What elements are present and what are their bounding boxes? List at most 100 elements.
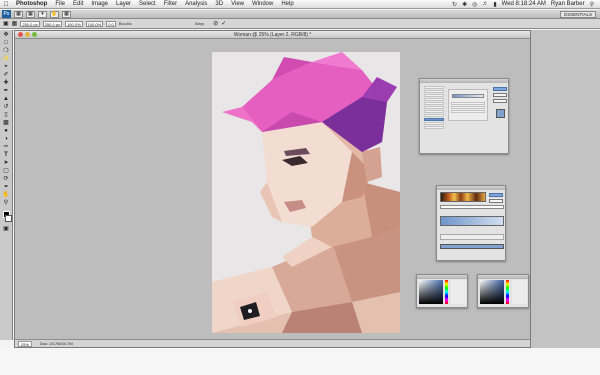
lasso-tool-icon[interactable]: ❍ xyxy=(1,48,12,55)
color-field-1[interactable] xyxy=(419,280,443,304)
menu-filter[interactable]: Filter xyxy=(160,1,181,7)
brush-tool-icon[interactable]: ✒ xyxy=(1,88,12,95)
style-option-stroke[interactable] xyxy=(424,126,444,129)
history-brush-tool-icon[interactable]: ↺ xyxy=(1,104,12,111)
volume-icon[interactable]: ♬ xyxy=(482,1,488,7)
height-field[interactable]: 100.0% xyxy=(85,20,104,27)
angle-field[interactable] xyxy=(451,110,485,113)
color-picker-dialog-1[interactable] xyxy=(416,274,468,308)
document-title-bar[interactable]: Woman @ 25% (Layer 2, RGB/8) * xyxy=(15,31,530,39)
blur-tool-icon[interactable]: ● xyxy=(1,128,12,135)
image-canvas[interactable] xyxy=(212,52,400,333)
color-picker-1-title-bar[interactable] xyxy=(417,275,467,279)
menu-view[interactable]: View xyxy=(227,1,248,7)
gradient-editor-dialog[interactable] xyxy=(436,185,506,261)
menu-window[interactable]: Window xyxy=(248,1,277,7)
warp-mode-toggle[interactable]: Warp xyxy=(195,21,204,26)
zoom-level-field[interactable]: 25% xyxy=(18,340,33,347)
pen-tool-icon[interactable]: ✑ xyxy=(1,144,12,151)
layer-style-dialog[interactable] xyxy=(419,78,509,154)
color-field-2[interactable] xyxy=(480,280,504,304)
wifi-icon[interactable]: ◎ xyxy=(472,1,477,8)
menu-image[interactable]: Image xyxy=(87,1,112,7)
gradient-editor-title-bar[interactable] xyxy=(437,186,505,190)
style-option-satin[interactable] xyxy=(424,110,444,113)
zoom-level-button[interactable]: ▾ xyxy=(38,10,47,18)
menu-3d[interactable]: 3D xyxy=(211,1,227,7)
style-option-drop-shadow[interactable] xyxy=(424,90,444,93)
menu-photoshop[interactable]: Photoshop xyxy=(12,1,51,7)
style-option-blending[interactable] xyxy=(424,86,444,89)
rotation-field[interactable]: 0.0 xyxy=(106,20,116,27)
menu-file[interactable]: File xyxy=(51,1,69,7)
clone-stamp-tool-icon[interactable]: ▲ xyxy=(1,96,12,103)
menu-help[interactable]: Help xyxy=(277,1,297,7)
view-extras-button[interactable]: ▦ xyxy=(26,10,35,18)
arrange-documents-button[interactable]: ▦ xyxy=(62,10,71,18)
gradient-editor-cancel-button[interactable] xyxy=(489,199,503,203)
hand-tool-button[interactable]: ✋ xyxy=(50,10,59,18)
apple-menu-icon[interactable]:  xyxy=(0,1,12,8)
shape-tool-icon[interactable]: ▢ xyxy=(1,168,12,175)
3d-rotate-tool-icon[interactable]: ⟳ xyxy=(1,176,12,183)
spotlight-search-icon[interactable]: ⚲ xyxy=(590,1,594,8)
quick-select-tool-icon[interactable]: ✨ xyxy=(1,56,12,63)
menu-select[interactable]: Select xyxy=(135,1,160,7)
layer-style-ok-button[interactable] xyxy=(493,87,507,91)
sync-icon[interactable]: ↻ xyxy=(452,1,457,8)
gradient-name-field[interactable] xyxy=(440,205,504,209)
crop-tool-icon[interactable]: ⌖ xyxy=(1,64,12,71)
opacity-slider[interactable] xyxy=(451,106,485,109)
quick-mask-icon[interactable]: ▣ xyxy=(1,226,12,233)
menu-layer[interactable]: Layer xyxy=(112,1,135,7)
color-picker-dialog-2[interactable] xyxy=(477,274,529,308)
eraser-tool-icon[interactable]: ▯ xyxy=(1,112,12,119)
document-info[interactable]: Doc: 24.7M/24.7M xyxy=(40,341,73,346)
gradient-stops-controls[interactable] xyxy=(440,234,504,240)
style-option-pattern-overlay[interactable] xyxy=(424,122,444,125)
color-values-1[interactable] xyxy=(451,280,466,304)
style-option-gradient-overlay[interactable] xyxy=(424,118,444,121)
cancel-transform-icon[interactable]: ⊘ xyxy=(213,20,218,27)
layer-style-title-bar[interactable] xyxy=(420,79,508,83)
bluetooth-icon[interactable]: ✱ xyxy=(462,1,467,8)
layer-style-cancel-button[interactable] xyxy=(493,93,507,97)
y-position-field[interactable]: 250.0 px xyxy=(42,20,63,27)
style-option-color-overlay[interactable] xyxy=(424,114,444,117)
commit-transform-icon[interactable]: ✓ xyxy=(221,20,226,27)
type-tool-icon[interactable]: T xyxy=(1,152,12,159)
color-values-2[interactable] xyxy=(512,280,527,304)
healing-brush-tool-icon[interactable]: ✚ xyxy=(1,80,12,87)
menu-user[interactable]: Ryan Barber xyxy=(551,1,585,7)
reference-point-icon[interactable]: ▦ xyxy=(12,20,18,27)
menu-edit[interactable]: Edit xyxy=(69,1,87,7)
menu-clock[interactable]: Wed 8:18:24 AM xyxy=(502,1,546,7)
stop-color-swatch[interactable] xyxy=(440,244,504,249)
bridge-button[interactable]: ▦ xyxy=(14,10,23,18)
canvas-area[interactable] xyxy=(15,39,530,339)
zoom-tool-icon[interactable]: ⚲ xyxy=(1,200,12,207)
gradient-ramp[interactable] xyxy=(440,216,504,226)
eyedropper-tool-icon[interactable]: ✐ xyxy=(1,72,12,79)
menu-analysis[interactable]: Analysis xyxy=(181,1,211,7)
hue-slider-1[interactable] xyxy=(445,280,448,304)
gradient-preview[interactable] xyxy=(452,94,484,98)
hue-slider-2[interactable] xyxy=(506,280,509,304)
color-picker-2-title-bar[interactable] xyxy=(478,275,528,279)
gradient-editor-ok-button[interactable] xyxy=(489,193,503,197)
style-option-inner-glow[interactable] xyxy=(424,102,444,105)
gradient-tool-icon[interactable]: ▩ xyxy=(1,120,12,127)
blend-mode-select[interactable] xyxy=(451,102,485,105)
interpolation-label[interactable]: Bicubic xyxy=(119,21,132,26)
3d-orbit-tool-icon[interactable]: ⚭ xyxy=(1,184,12,191)
x-position-field[interactable]: 250.0 px xyxy=(20,20,40,27)
gradient-presets-grid[interactable] xyxy=(440,192,486,202)
hand-tool-icon[interactable]: ✋ xyxy=(1,192,12,199)
move-tool-icon[interactable]: ✥ xyxy=(1,32,12,39)
width-field[interactable]: 100.0% xyxy=(65,20,83,27)
path-selection-tool-icon[interactable]: ➤ xyxy=(1,160,12,167)
style-option-outer-glow[interactable] xyxy=(424,98,444,101)
style-option-bevel[interactable] xyxy=(424,106,444,109)
background-color-swatch[interactable] xyxy=(4,215,12,222)
style-option-inner-shadow[interactable] xyxy=(424,94,444,97)
